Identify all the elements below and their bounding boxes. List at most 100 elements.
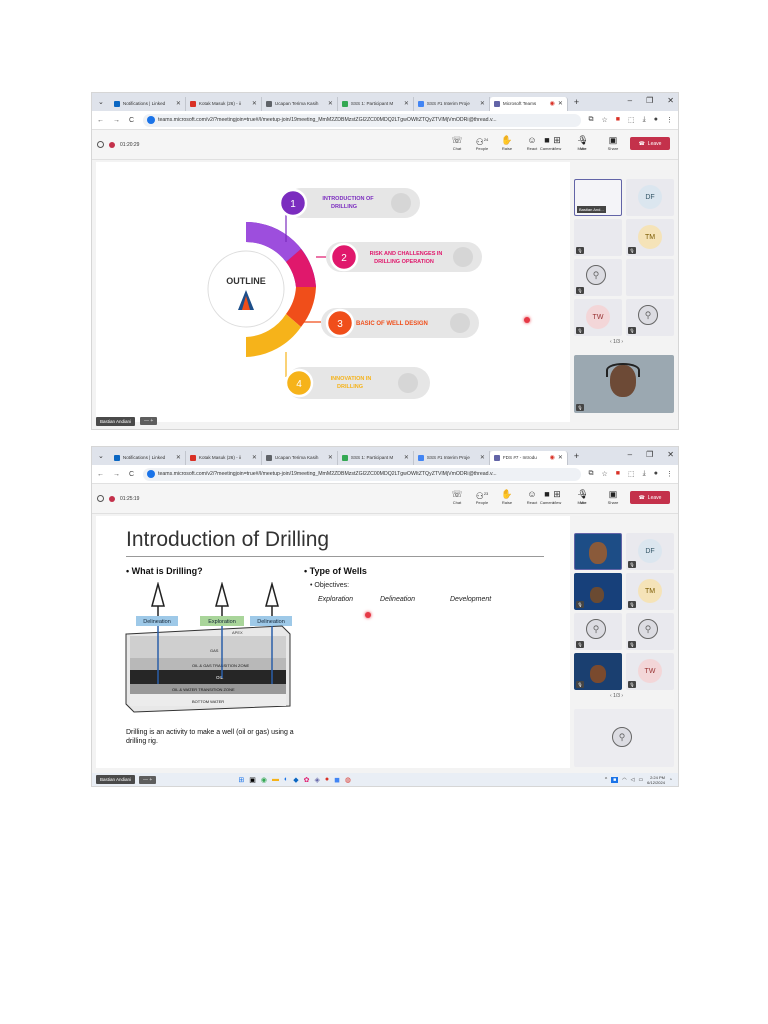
- raise-hand-button[interactable]: ✋ Raise: [499, 488, 515, 505]
- close-icon[interactable]: ✕: [480, 100, 485, 107]
- leave-button[interactable]: ☎ Leave: [630, 491, 670, 504]
- browser-tab-active[interactable]: FDS #7 - Introdu ◉ ✕: [489, 450, 568, 465]
- chevron-right-icon[interactable]: ›: [620, 693, 623, 699]
- browser-tab[interactable]: Kotak Masuk (26) - ii ✕: [186, 96, 262, 111]
- participant-tile[interactable]: [626, 259, 674, 296]
- maximize-icon[interactable]: ❐: [646, 450, 653, 459]
- browser-tab[interactable]: SSS #1 Interim Proje ✕: [414, 96, 490, 111]
- participant-tile[interactable]: ⚲ 🎙: [574, 259, 622, 296]
- browser-tab[interactable]: Notifications | Linked ✕: [110, 450, 186, 465]
- chat-button[interactable]: ☏ Chat: [449, 488, 465, 505]
- menu-icon[interactable]: ⋮: [666, 470, 673, 478]
- camera-button[interactable]: ■ Camera: [538, 134, 556, 151]
- star-icon[interactable]: ☆: [602, 470, 608, 478]
- menu-icon[interactable]: ⋮: [666, 116, 673, 124]
- gallery-pager[interactable]: ‹ 1/3 ›: [610, 339, 623, 345]
- app-icon[interactable]: ◆: [293, 776, 298, 784]
- tab-search-icon[interactable]: ⌄: [98, 98, 104, 106]
- wifi-icon[interactable]: ◠: [622, 777, 626, 783]
- people-button[interactable]: ⚇23 People: [474, 488, 490, 505]
- close-icon[interactable]: ✕: [480, 454, 485, 461]
- zoom-controls[interactable]: — +: [140, 417, 158, 425]
- close-icon[interactable]: ✕: [328, 100, 333, 107]
- back-icon[interactable]: ←: [97, 471, 104, 478]
- raise-hand-button[interactable]: ✋ Raise: [499, 134, 515, 151]
- windows-start-icon[interactable]: ⊞: [238, 776, 244, 784]
- volume-icon[interactable]: ◁: [631, 777, 635, 783]
- install-icon[interactable]: ⧉: [589, 116, 594, 124]
- chevron-right-icon[interactable]: ›: [620, 339, 623, 345]
- battery-icon[interactable]: ▭: [638, 777, 643, 783]
- camera-button[interactable]: ■ Camera: [538, 488, 556, 505]
- edge-icon[interactable]: ◐: [284, 776, 288, 784]
- download-icon[interactable]: ⤓: [643, 470, 646, 478]
- chat-button[interactable]: ☏ Chat: [449, 134, 465, 151]
- close-icon[interactable]: ✕: [176, 100, 181, 107]
- star-icon[interactable]: ☆: [602, 116, 608, 124]
- browser-tab[interactable]: Notifications | Linked ✕: [110, 96, 186, 111]
- site-info-icon[interactable]: [147, 470, 156, 478]
- participant-tile[interactable]: ⚲ 🎙: [626, 299, 674, 336]
- url-field[interactable]: teams.microsoft.com/v2/?meetingjoin=true…: [143, 467, 581, 481]
- browser-tab-active[interactable]: Microsoft Teams ◉ ✕: [489, 96, 568, 111]
- gallery-pager[interactable]: ‹ 1/3 ›: [610, 693, 623, 699]
- app-icon[interactable]: ◍: [345, 776, 351, 784]
- participant-tile[interactable]: TW 🎙: [574, 299, 622, 336]
- browser-tab[interactable]: Ucapan Terima Kasih ✕: [262, 450, 338, 465]
- close-icon[interactable]: ✕: [404, 100, 409, 107]
- tab-search-icon[interactable]: ⌄: [98, 452, 104, 460]
- reload-icon[interactable]: C: [129, 117, 134, 124]
- folder-icon[interactable]: ▬: [272, 776, 279, 784]
- profile-icon[interactable]: ●: [654, 116, 658, 124]
- close-icon[interactable]: ✕: [558, 100, 563, 107]
- browser-tab[interactable]: Ucapan Terima Kasih ✕: [262, 96, 338, 111]
- url-field[interactable]: teams.microsoft.com/v2/?meetingjoin=true…: [143, 113, 581, 127]
- site-info-icon[interactable]: [147, 116, 156, 124]
- close-icon[interactable]: ✕: [404, 454, 409, 461]
- extension-icon[interactable]: ■: [616, 470, 620, 478]
- chevron-up-icon[interactable]: ^: [605, 777, 607, 783]
- browser-tab[interactable]: SSS 1: Participant M ✕: [338, 450, 414, 465]
- extension-icon[interactable]: ■: [616, 116, 620, 124]
- zoom-controls[interactable]: — +: [139, 775, 157, 784]
- extensions-puzzle-icon[interactable]: ⬚: [628, 470, 635, 478]
- participant-tile[interactable]: ⚲ 🎙: [626, 613, 674, 650]
- participant-tile[interactable]: 🎙: [574, 219, 622, 256]
- teams-taskbar-icon[interactable]: ◈: [314, 776, 319, 784]
- close-icon[interactable]: ✕: [558, 454, 563, 461]
- maximize-icon[interactable]: ❐: [646, 96, 653, 105]
- close-window-icon[interactable]: ✕: [667, 450, 674, 459]
- close-icon[interactable]: ✕: [252, 454, 257, 461]
- speaker-video-tile[interactable]: 🎙: [574, 355, 674, 413]
- close-icon[interactable]: ✕: [328, 454, 333, 461]
- reload-icon[interactable]: C: [129, 471, 134, 478]
- self-tile[interactable]: Bastian And...: [574, 179, 622, 216]
- forward-icon[interactable]: →: [113, 117, 120, 124]
- mic-button[interactable]: 🎙 Mic: [574, 488, 592, 505]
- mic-button[interactable]: 🎙 Mic: [574, 134, 592, 151]
- new-tab-button[interactable]: +: [574, 97, 579, 107]
- self-tile[interactable]: ⚲: [574, 709, 674, 767]
- close-icon[interactable]: ✕: [176, 454, 181, 461]
- minimize-icon[interactable]: –: [628, 96, 632, 105]
- browser-tab[interactable]: Kotak Masuk (26) - ii ✕: [186, 450, 262, 465]
- participant-tile[interactable]: DF: [626, 179, 674, 216]
- clock[interactable]: 2:24 PM 6/12/2024: [647, 775, 665, 785]
- taskview-icon[interactable]: ▣: [249, 776, 256, 784]
- app-icon[interactable]: ◼: [334, 776, 340, 784]
- install-icon[interactable]: ⧉: [589, 470, 594, 478]
- app-icon[interactable]: ●: [325, 776, 329, 784]
- participant-video-tile[interactable]: [574, 533, 622, 570]
- profile-icon[interactable]: ●: [654, 470, 658, 478]
- share-button[interactable]: ▣ Share: [604, 488, 622, 505]
- participant-tile[interactable]: DF 🎙: [626, 533, 674, 570]
- chrome-icon[interactable]: ◉: [261, 776, 267, 784]
- active-app-icon[interactable]: ■: [611, 776, 619, 783]
- participant-video-tile[interactable]: 🎙: [574, 573, 622, 610]
- participant-tile[interactable]: TW 🎙: [626, 653, 674, 690]
- app-icon[interactable]: ✿: [304, 776, 310, 784]
- people-button[interactable]: ⚇24 People: [474, 134, 490, 151]
- extensions-puzzle-icon[interactable]: ⬚: [628, 116, 635, 124]
- participant-video-tile[interactable]: 🎙: [574, 653, 622, 690]
- browser-tab[interactable]: SSS #1 Interim Proje ✕: [414, 450, 490, 465]
